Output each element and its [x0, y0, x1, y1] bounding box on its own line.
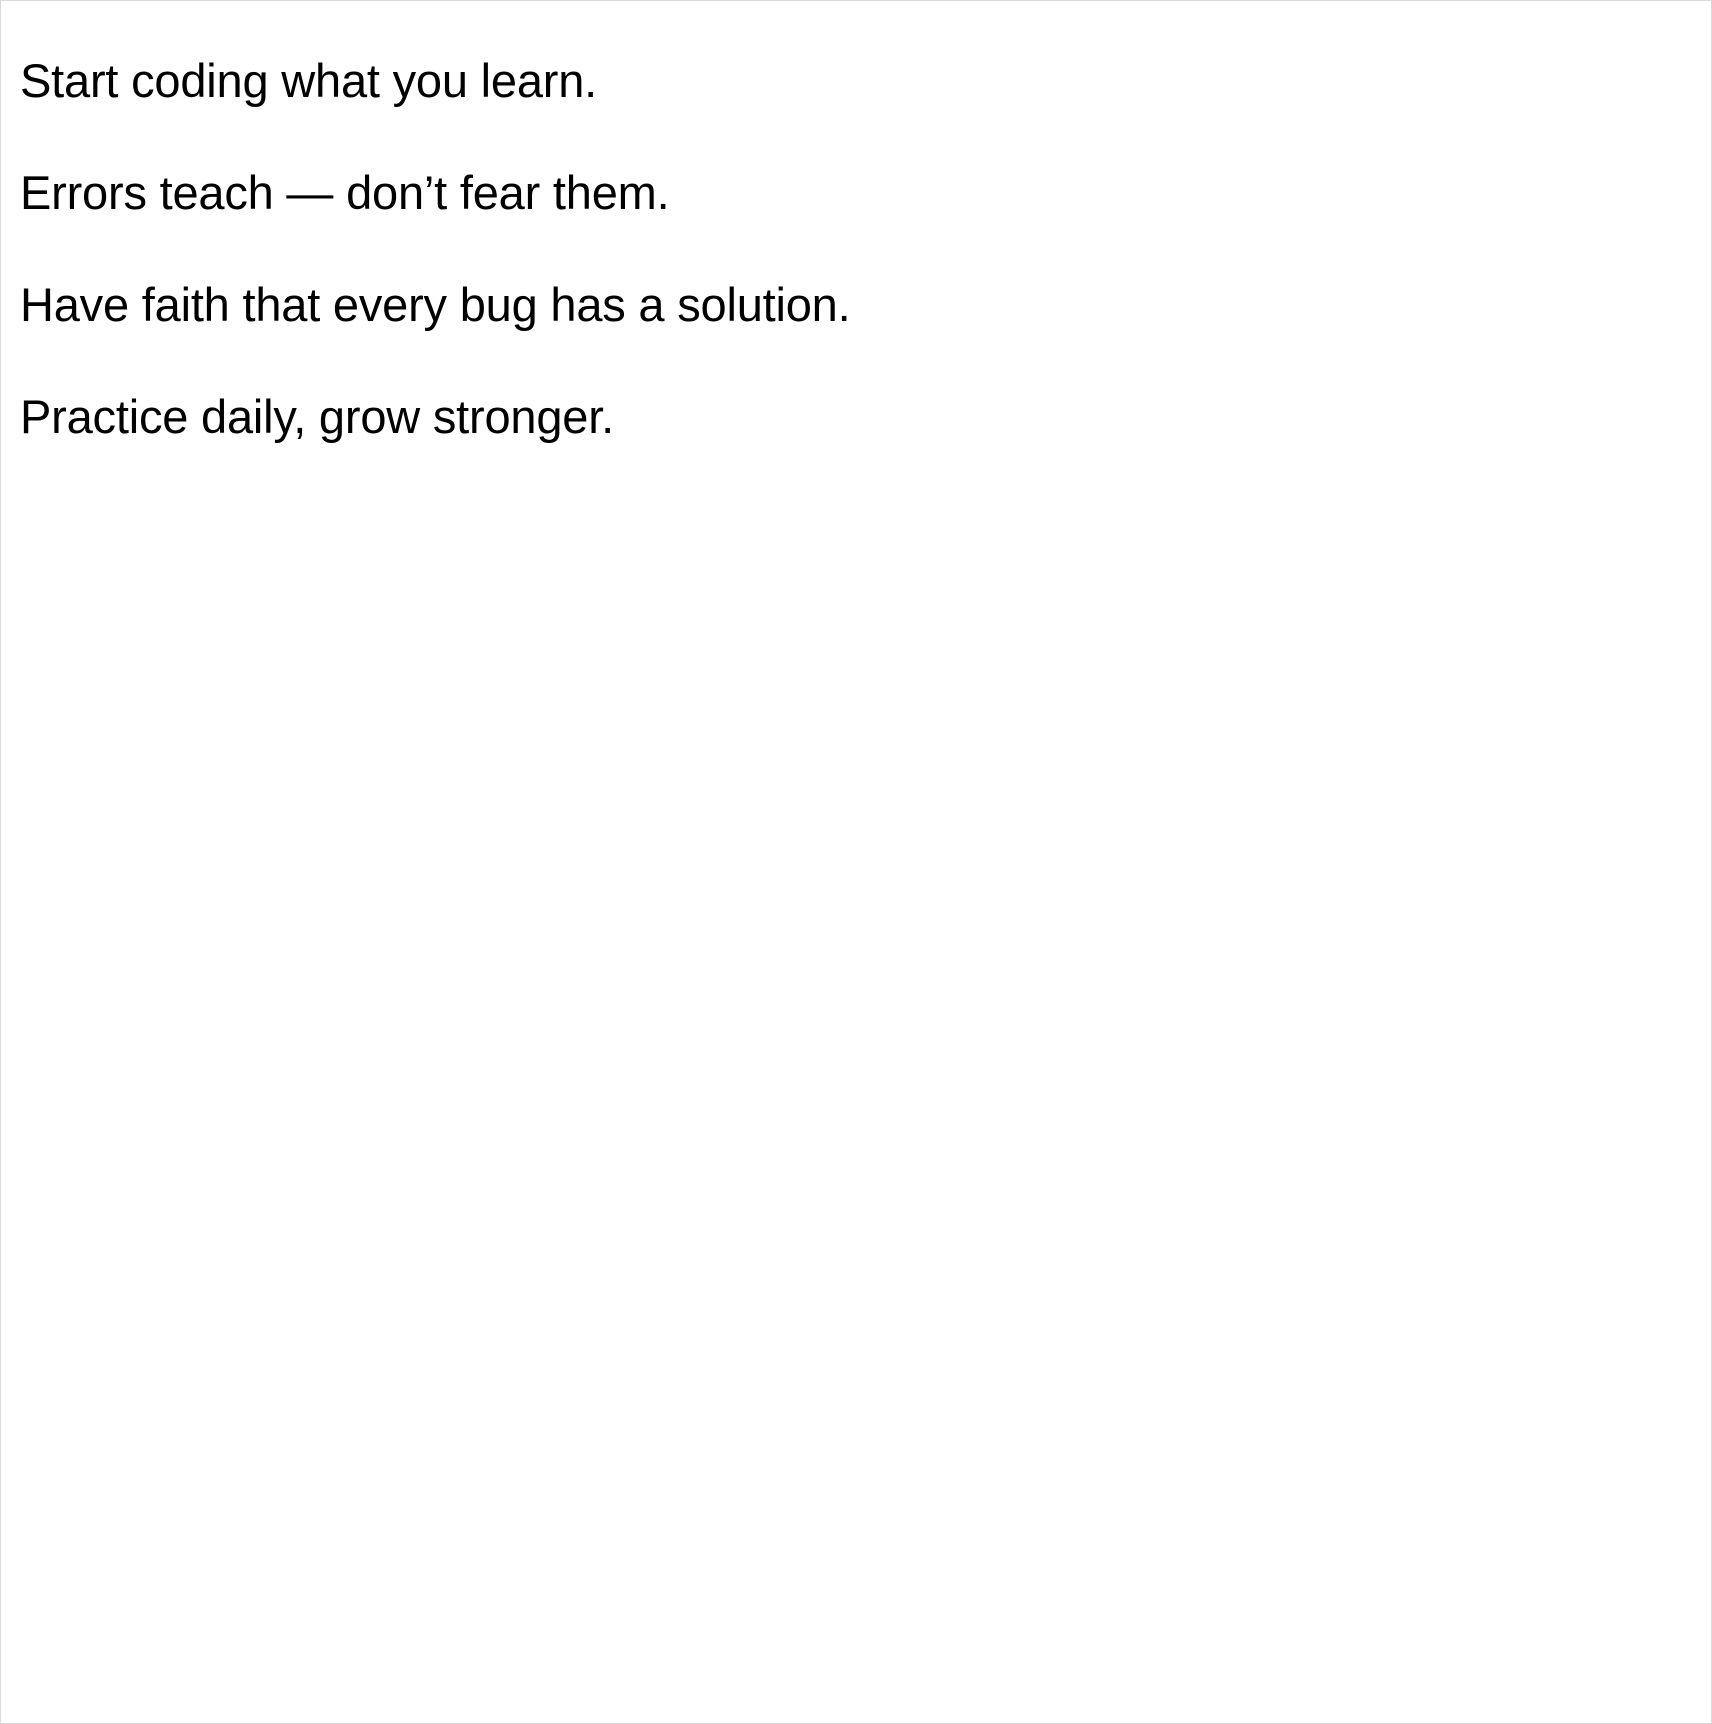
- text-line-2: Errors teach — don’t fear them.: [20, 166, 670, 219]
- text-block: Start coding what you learn. Errors teac…: [20, 53, 851, 501]
- text-line-3: Have faith that every bug has a solution…: [20, 278, 851, 331]
- text-line-1: Start coding what you learn.: [20, 54, 598, 107]
- text-line-4: Practice daily, grow stronger.: [20, 390, 614, 443]
- document-page: Start coding what you learn. Errors teac…: [0, 0, 1712, 1724]
